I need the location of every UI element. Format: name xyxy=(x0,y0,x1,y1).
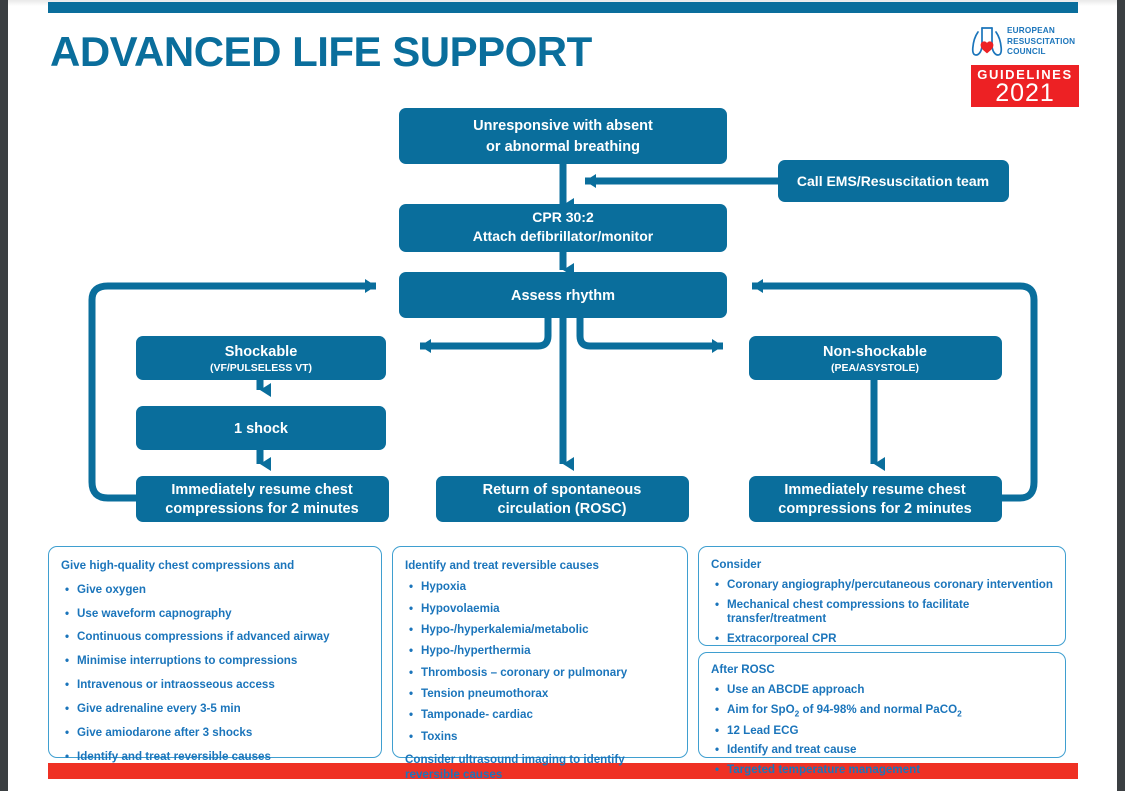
list-item-spo2: Aim for SpO2 of 94-98% and normal PaCO2 xyxy=(711,703,1053,719)
list-item: Identify and treat cause xyxy=(711,743,1053,758)
panel-cpr-quality: Give high-quality chest compressions and… xyxy=(48,546,382,764)
list-item: Hypovolaemia xyxy=(405,602,675,617)
list-item: Intravenous or intraosseous access xyxy=(61,678,369,693)
spo2-pre: Aim for SpO xyxy=(727,702,795,716)
panel-consider-list: Coronary angiography/percutaneous corona… xyxy=(711,578,1053,647)
list-item: Coronary angiography/percutaneous corona… xyxy=(711,578,1053,593)
node-resume-right-line1: Immediately resume chest xyxy=(784,482,966,498)
panel-reversible-causes-note: Consider ultrasound imaging to identify … xyxy=(405,753,625,781)
node-shockable-line2: (VF/PULSELESS VT) xyxy=(210,362,312,374)
node-shockable-line1: Shockable xyxy=(225,344,298,360)
list-item: Extracorporeal CPR xyxy=(711,632,1053,647)
list-item: Minimise interruptions to compressions xyxy=(61,654,369,669)
als-flowchart: Unresponsive with absent or abnormal bre… xyxy=(88,108,1038,522)
list-item: Give oxygen xyxy=(61,583,369,598)
node-resume-left-line1: Immediately resume chest xyxy=(171,482,353,498)
erc-logo-line-2: RESUSCITATION xyxy=(1007,36,1076,46)
list-item: Thrombosis – coronary or pulmonary xyxy=(405,666,675,681)
node-call-ems-label: Call EMS/Resuscitation team xyxy=(797,173,989,189)
node-unresponsive-line1: Unresponsive with absent xyxy=(473,118,653,134)
list-item: Tamponade- cardiac xyxy=(405,708,675,723)
list-item: Hypo-/hyperkalemia/metabolic xyxy=(405,623,675,638)
panel-consider: Consider Coronary angiography/percutaneo… xyxy=(698,546,1066,647)
node-cpr-line2: Attach defibrillator/monitor xyxy=(473,228,654,244)
spo2-mid: of 94-98% and normal PaCO xyxy=(799,702,958,716)
node-rosc-line2: circulation (ROSC) xyxy=(498,501,627,517)
list-item: Toxins xyxy=(405,730,675,745)
list-item: Give amiodarone after 3 shocks xyxy=(61,726,369,741)
node-resume-left-line2: compressions for 2 minutes xyxy=(165,501,358,517)
paco2-sub: 2 xyxy=(957,707,962,718)
list-item: Use waveform capnography xyxy=(61,607,369,622)
panel-cpr-quality-list: Give oxygen Use waveform capnography Con… xyxy=(61,583,369,765)
list-item: Mechanical chest compressions to facilit… xyxy=(711,598,1053,628)
node-non-shockable-line2: (PEA/ASYSTOLE) xyxy=(831,362,919,374)
erc-logo: EUROPEAN RESUSCITATION COUNCIL GUIDELINE… xyxy=(971,22,1081,107)
lungs-heart-icon xyxy=(971,27,1003,56)
panel-after-rosc: After ROSC Use an ABCDE approach Aim for… xyxy=(698,652,1066,778)
node-one-shock-label: 1 shock xyxy=(234,421,289,437)
node-resume-right-line2: compressions for 2 minutes xyxy=(778,501,971,517)
list-item: Hypo-/hyperthermia xyxy=(405,644,675,659)
node-assess-label: Assess rhythm xyxy=(511,288,615,304)
list-item: Targeted temperature management xyxy=(711,763,1053,778)
list-item: Tension pneumothorax xyxy=(405,687,675,702)
erc-logo-line-3: COUNCIL xyxy=(1007,47,1046,57)
panel-consider-title: Consider xyxy=(711,558,762,571)
page-title: ADVANCED LIFE SUPPORT xyxy=(50,28,592,75)
node-unresponsive-line2: or abnormal breathing xyxy=(486,139,640,155)
erc-logo-top: EUROPEAN RESUSCITATION COUNCIL xyxy=(971,22,1081,62)
list-item: Hypoxia xyxy=(405,580,675,595)
node-non-shockable-line1: Non-shockable xyxy=(823,344,927,360)
panel-after-rosc-title: After ROSC xyxy=(711,663,775,676)
list-item: Continuous compressions if advanced airw… xyxy=(61,630,369,645)
list-item: 12 Lead ECG xyxy=(711,724,1053,739)
panel-reversible-causes-title: Identify and treat reversible causes xyxy=(405,559,599,572)
erc-logo-line-1: EUROPEAN xyxy=(1007,25,1056,35)
list-item: Use an ABCDE approach xyxy=(711,683,1053,698)
node-unresponsive xyxy=(399,108,727,164)
panel-cpr-quality-title: Give high-quality chest compressions and xyxy=(61,559,295,572)
top-accent-bar xyxy=(48,2,1078,13)
node-cpr-line1: CPR 30:2 xyxy=(532,209,594,225)
panel-reversible-causes-list: Hypoxia Hypovolaemia Hypo-/hyperkalemia/… xyxy=(405,580,675,744)
erc-logo-words: EUROPEAN RESUSCITATION COUNCIL xyxy=(1007,26,1075,58)
list-item: Give adrenaline every 3-5 min xyxy=(61,702,369,717)
list-item: Identify and treat reversible causes xyxy=(61,750,369,765)
panel-reversible-causes: Identify and treat reversible causes Hyp… xyxy=(392,546,688,781)
node-rosc-line1: Return of spontaneous xyxy=(483,482,642,498)
panel-after-rosc-list: Use an ABCDE approach Aim for SpO 2 of 94… xyxy=(711,683,1053,778)
